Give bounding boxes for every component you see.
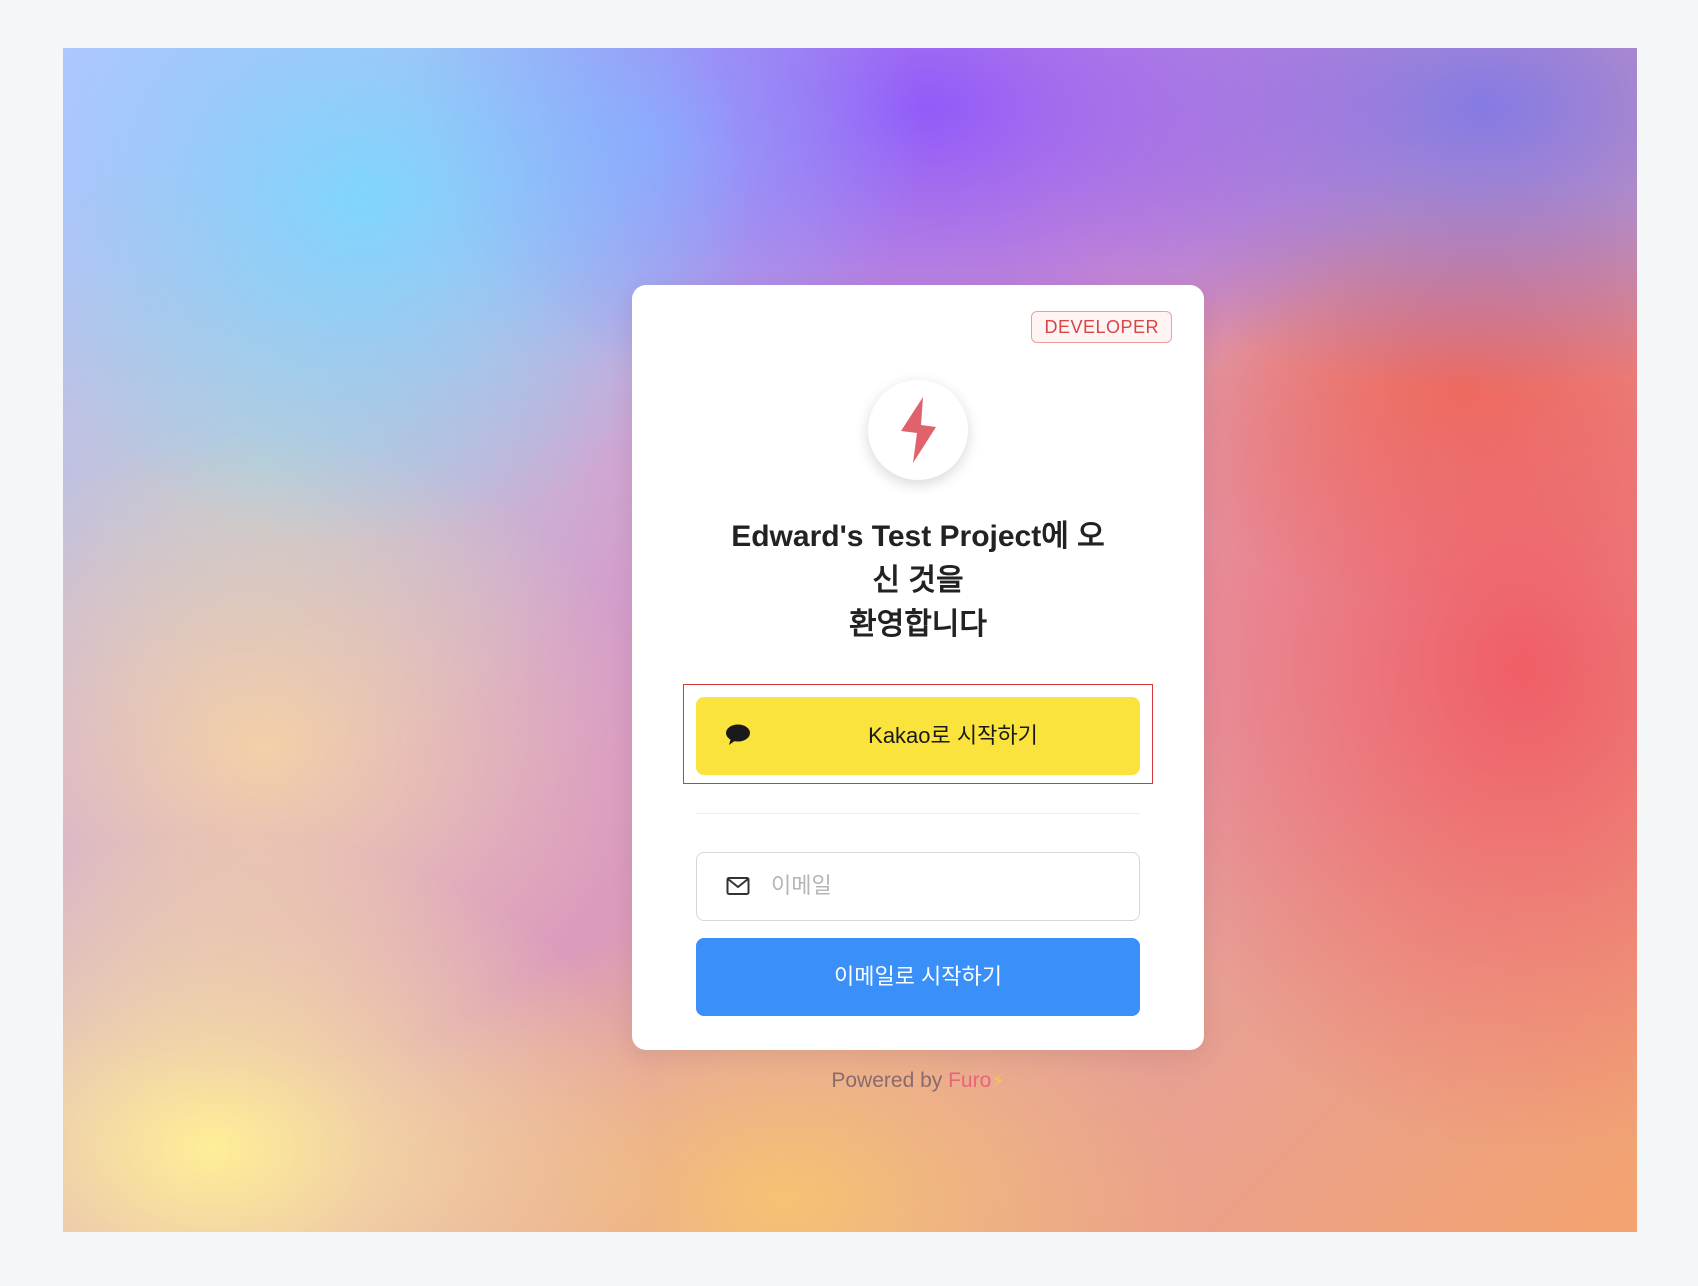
powered-by-footer: Powered by Furo⚡: [632, 1069, 1204, 1093]
email-input[interactable]: [771, 853, 1111, 919]
welcome-title-line-1: Edward's Test Project에 오: [731, 520, 1105, 553]
welcome-title-line-2: 신 것을: [872, 564, 964, 597]
kakao-login-button[interactable]: Kakao로 시작하기: [696, 697, 1140, 775]
furo-brand-link[interactable]: Furo: [948, 1069, 991, 1092]
mail-icon: [726, 877, 750, 895]
welcome-title: Edward's Test Project에 오 신 것을 환영합니다: [718, 515, 1118, 647]
kakao-button-label: Kakao로 시작하기: [868, 723, 1038, 748]
powered-by-text: Powered by: [831, 1069, 943, 1092]
chat-bubble-icon: [726, 724, 750, 745]
welcome-title-line-3: 환영합니다: [849, 608, 987, 641]
email-login-button[interactable]: 이메일로 시작하기: [696, 938, 1140, 1016]
lightning-bolt-icon: [901, 397, 936, 463]
background-frame: DEVELOPER Edward's Test Project에 오 신 것을 …: [63, 48, 1637, 1232]
project-logo: [868, 380, 968, 480]
divider: [696, 813, 1140, 814]
email-field[interactable]: [696, 852, 1140, 921]
lightning-icon: ⚡: [991, 1071, 1005, 1092]
login-card: DEVELOPER Edward's Test Project에 오 신 것을 …: [632, 285, 1204, 1050]
developer-badge: DEVELOPER: [1031, 311, 1172, 343]
